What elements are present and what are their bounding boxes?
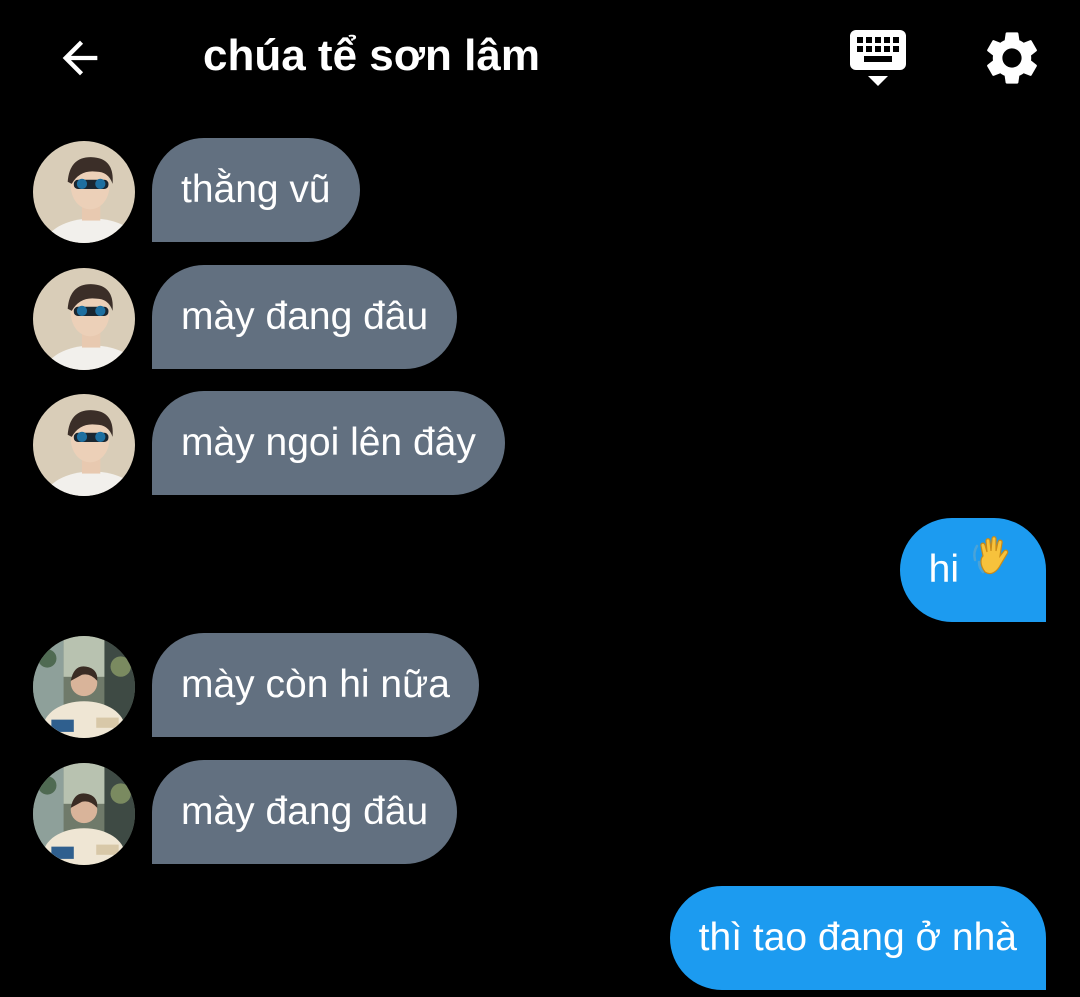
message-incoming: mày còn hi nữa: [0, 633, 1080, 737]
settings-button[interactable]: [980, 26, 1044, 90]
message-incoming: mày đang đâu: [0, 760, 1080, 864]
message-incoming: mày ngoi lên đây: [0, 391, 1080, 495]
gear-icon: [987, 32, 1037, 84]
avatar[interactable]: [33, 141, 135, 243]
message-bubble[interactable]: mày ngoi lên đây: [152, 391, 505, 495]
message-incoming: thằng vũ: [0, 138, 1080, 242]
message-bubble[interactable]: thằng vũ: [152, 138, 360, 242]
avatar[interactable]: [33, 636, 135, 738]
message-bubble[interactable]: thì tao đang ở nhà: [669, 886, 1046, 990]
keyboard-icon: [850, 30, 906, 86]
conversation-title: chúa tể sơn lâm: [203, 31, 540, 80]
avatar[interactable]: [33, 268, 135, 370]
waving-hand-icon: [969, 516, 1017, 620]
message-bubble[interactable]: mày đang đâu: [152, 760, 458, 864]
message-outgoing: hi: [0, 518, 1080, 622]
message-text: hi: [928, 548, 959, 591]
message-bubble[interactable]: mày còn hi nữa: [152, 633, 479, 737]
message-incoming: mày đang đâu: [0, 265, 1080, 369]
message-bubble[interactable]: hi: [899, 516, 1046, 622]
avatar[interactable]: [33, 763, 135, 865]
message-outgoing: thì tao đang ở nhà: [0, 886, 1080, 990]
chat-header: chúa tể sơn lâm: [0, 0, 1080, 115]
avatar[interactable]: [33, 394, 135, 496]
keyboard-button[interactable]: [846, 26, 910, 90]
arrow-left-icon: [62, 40, 98, 76]
back-button[interactable]: [50, 28, 110, 88]
message-bubble[interactable]: mày đang đâu: [152, 265, 458, 369]
